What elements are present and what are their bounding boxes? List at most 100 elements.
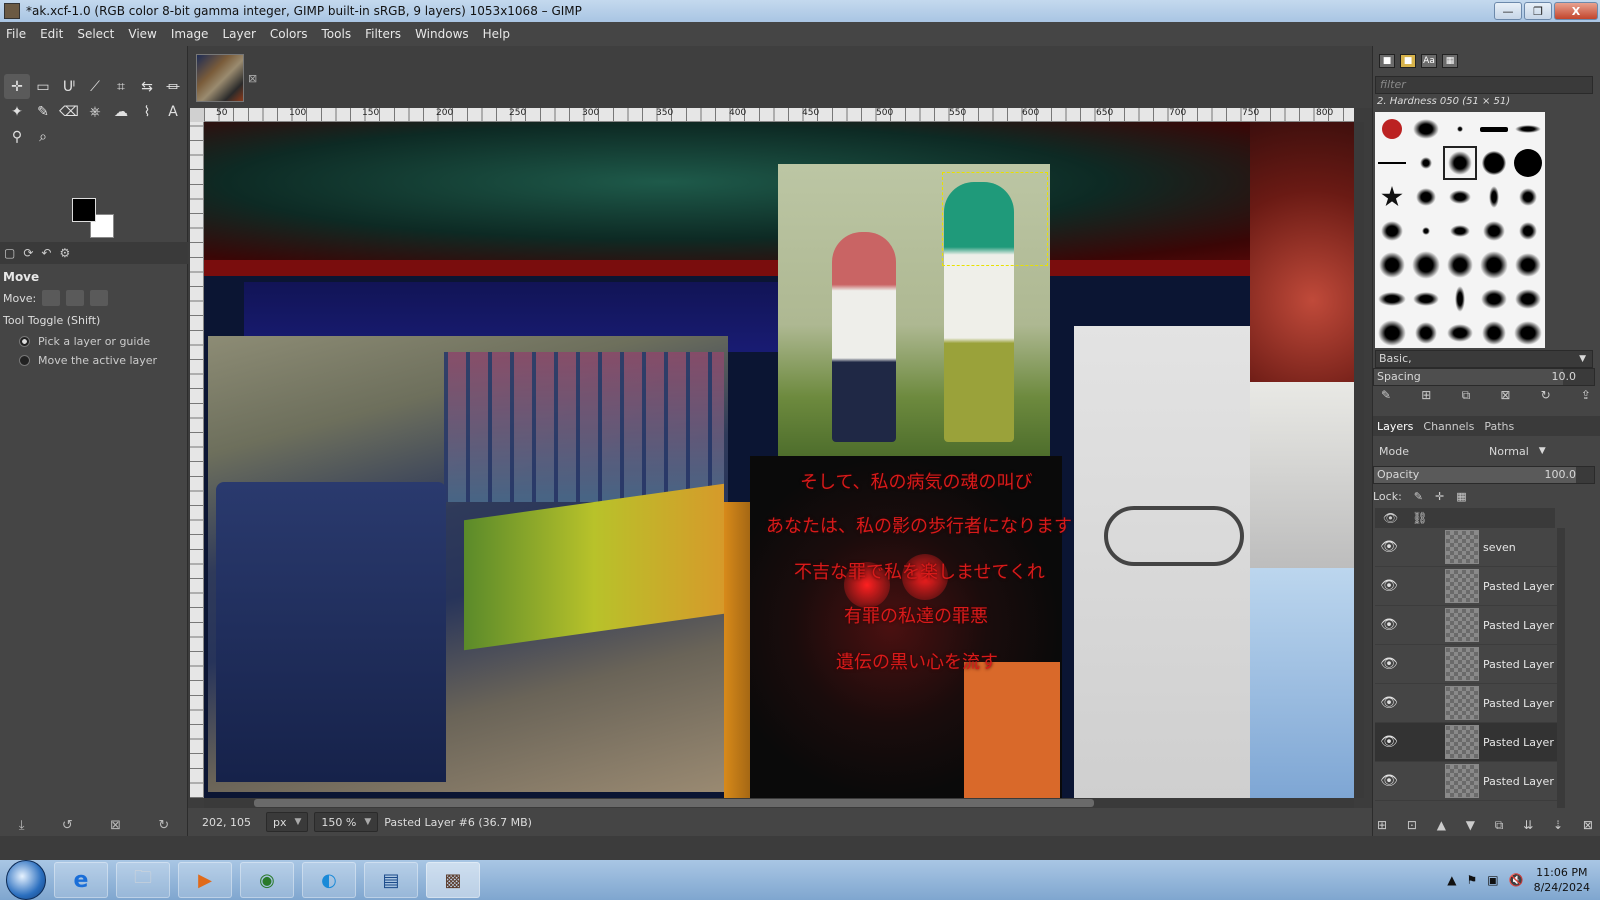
radio-dot-selected[interactable] [19,336,30,347]
brush-item[interactable] [1409,112,1443,146]
transform-tool-icon[interactable]: ⇆ [134,74,160,99]
image-canvas[interactable]: そして、私の病気の魂の叫び あなたは、私の影の歩行者になります 不吉な罪で私を楽… [204,122,1354,798]
visibility-eye-icon[interactable]: 👁 [1375,695,1403,711]
brush-item[interactable] [1409,214,1443,248]
menu-windows[interactable]: Windows [415,27,469,41]
layer-name[interactable]: Pasted Layer [1483,736,1554,749]
layer-thumbnail[interactable] [1445,725,1479,759]
visibility-eye-icon[interactable]: 👁 [1375,734,1403,750]
layer-row[interactable]: 👁 Pasted Layer [1375,567,1557,606]
bucket-fill-tool-icon[interactable]: ✦ [4,99,30,124]
brush-filter-input[interactable]: filter [1375,76,1593,94]
menu-edit[interactable]: Edit [40,27,63,41]
opacity-slider[interactable]: Opacity 100.0 [1373,466,1595,484]
brush-item[interactable] [1477,248,1511,282]
brush-item[interactable] [1409,316,1443,350]
fonts-tab-icon[interactable]: Aa [1421,54,1437,68]
menu-view[interactable]: View [128,27,156,41]
brush-item[interactable] [1443,316,1477,350]
brush-item[interactable] [1375,316,1409,350]
lock-pixels-icon[interactable]: ✎ [1414,490,1423,503]
menu-file[interactable]: File [6,27,26,41]
layer-thumbnail[interactable] [1445,608,1479,642]
lock-position-icon[interactable]: ✛ [1435,490,1444,503]
chrome-icon[interactable]: ◉ [240,862,294,898]
start-button[interactable] [6,860,46,900]
unit-select[interactable]: px ▼ [266,812,309,832]
spacing-slider[interactable]: Spacing 10.0 [1373,368,1595,386]
layer-row[interactable]: 👁 Pasted Layer [1375,606,1557,645]
taskbar-clock[interactable]: 11:06 PM 8/24/2024 [1534,865,1590,895]
clone-tool-icon[interactable]: ⎈ [82,99,108,124]
brush-item[interactable] [1375,282,1409,316]
maximize-button[interactable]: ❐ [1524,2,1552,20]
brush-item[interactable] [1375,112,1409,146]
menu-help[interactable]: Help [483,27,510,41]
layers-scrollbar[interactable] [1557,528,1565,808]
restore-options-icon[interactable]: ↺ [62,818,73,833]
visibility-eye-icon[interactable]: 👁 [1375,656,1403,672]
duplicate-brush-icon[interactable]: ⧉ [1462,388,1471,403]
new-brush-icon[interactable]: ⊞ [1421,388,1431,403]
chevron-down-icon[interactable]: ▼ [1539,446,1546,456]
layer-thumbnail[interactable] [1445,686,1479,720]
browser-icon[interactable]: ◐ [302,862,356,898]
mode-select[interactable]: Normal [1489,445,1529,458]
layer-thumbnail[interactable] [1445,764,1479,798]
horizontal-ruler[interactable]: 50 100 150 200 250 300 350 400 450 500 5… [204,108,1354,122]
brush-item[interactable] [1409,146,1443,180]
brush-item[interactable] [1477,282,1511,316]
layer-row[interactable]: 👁 Pasted Layer [1375,645,1557,684]
action-center-flag-icon[interactable]: ⚑ [1467,873,1478,887]
brush-item[interactable] [1511,112,1545,146]
radio-dot[interactable] [19,355,30,366]
layer-name[interactable]: Pasted Layer [1483,658,1554,671]
brush-item[interactable] [1443,180,1477,214]
move-tool-icon[interactable]: ✛ [4,74,30,99]
lock-alpha-icon[interactable]: ▦ [1456,490,1466,503]
brush-grid[interactable] [1375,112,1545,348]
brush-item[interactable] [1511,180,1545,214]
brush-item[interactable] [1477,146,1511,180]
paths-tool-icon[interactable]: ⌇ [134,99,160,124]
eraser-tool-icon[interactable]: ⌫ [56,99,82,124]
vertical-ruler[interactable] [190,122,204,798]
close-button[interactable]: X [1554,2,1598,20]
refresh-brushes-icon[interactable]: ↻ [1541,388,1551,403]
reset-options-icon[interactable]: ↻ [158,818,169,833]
color-picker-tool-icon[interactable]: ⚲ [4,124,30,149]
menu-layer[interactable]: Layer [222,27,255,41]
zoom-select[interactable]: 150 % ▼ [314,812,379,832]
layer-thumbnail[interactable] [1445,569,1479,603]
document-history-tab-icon[interactable]: ▦ [1442,54,1458,68]
layer-name[interactable]: Pasted Layer [1483,580,1554,593]
move-selection-mode-button[interactable] [66,290,85,306]
save-options-icon[interactable]: ⤓ [19,818,25,833]
merge-down-icon[interactable]: ⇊ [1523,818,1533,833]
media-player-icon[interactable]: ▶ [178,862,232,898]
layer-thumbnail[interactable] [1445,647,1479,681]
zoom-tool-icon[interactable]: ⌕ [30,124,56,149]
brushes-tab-icon[interactable]: ■ [1379,54,1395,68]
canvas-horizontal-scrollbar[interactable] [204,798,1354,808]
gimp-taskbar-icon[interactable]: ▩ [426,862,480,898]
fuzzy-select-tool-icon[interactable]: ⟋ [82,74,108,99]
menu-image[interactable]: Image [171,27,209,41]
layer-row[interactable]: 👁 Pasted Layer [1375,684,1557,723]
delete-brush-icon[interactable]: ⊠ [1500,388,1510,403]
new-layer-icon[interactable]: ⊞ [1377,818,1387,833]
brush-item[interactable] [1375,248,1409,282]
visibility-eye-icon[interactable]: 👁 [1375,578,1403,594]
brush-item[interactable] [1375,146,1409,180]
layer-name[interactable]: Pasted Layer [1483,697,1554,710]
anchor-layer-icon[interactable]: ⇣ [1553,818,1563,833]
images-tab-icon[interactable]: ⚙ [59,246,70,260]
control-panel-icon[interactable]: ▤ [364,862,418,898]
network-icon[interactable]: ▣ [1487,873,1498,887]
patterns-tab-icon[interactable]: ■ [1400,54,1416,68]
brush-item[interactable] [1511,282,1545,316]
menu-select[interactable]: Select [77,27,114,41]
rect-select-tool-icon[interactable]: ▭ [30,74,56,99]
radio-move-active[interactable]: Move the active layer [19,354,185,367]
brush-item-selected[interactable] [1443,146,1477,180]
